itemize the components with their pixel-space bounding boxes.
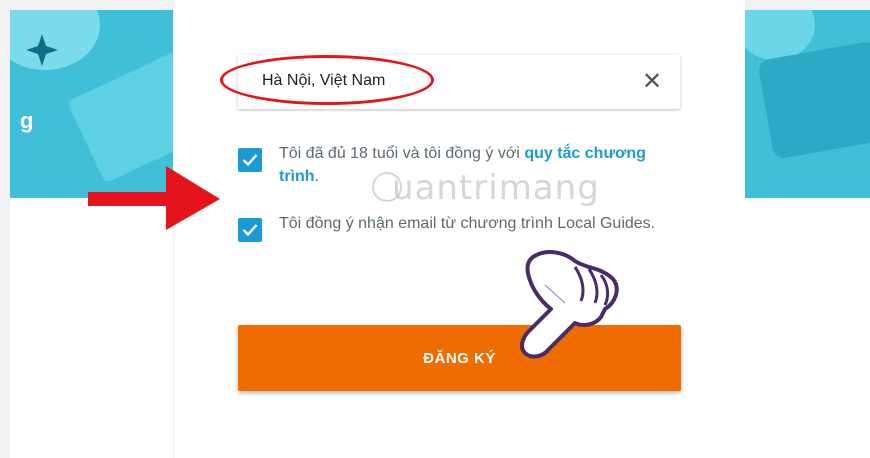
checkmark-icon [242, 154, 258, 167]
banner-device-shape [757, 40, 870, 160]
email-consent-label: Tôi đồng ý nhận email từ chương trình Lo… [279, 215, 656, 232]
age-consent-text-end: . [314, 168, 319, 185]
right-background-panel [745, 198, 870, 458]
pointing-hand-icon [520, 250, 619, 359]
close-icon[interactable]: ✕ [640, 70, 664, 94]
checkmark-icon [242, 224, 258, 237]
left-background-panel [10, 198, 173, 458]
age-consent-checkbox[interactable] [238, 148, 262, 172]
right-banner-image [745, 10, 870, 198]
email-consent-row: Tôi đồng ý nhận email từ chương trình Lo… [238, 212, 668, 242]
banner-partial-text: g [20, 108, 34, 133]
red-arrow-icon [88, 166, 220, 230]
annotation-ellipse [220, 55, 434, 105]
banner-device-shape [67, 46, 173, 184]
watermark-text: uantrimang [392, 168, 600, 208]
age-consent-text: Tôi đã đủ 18 tuổi và tôi đồng ý với [279, 145, 525, 162]
email-consent-checkbox[interactable] [238, 218, 262, 242]
map-pin-icon [26, 34, 58, 66]
